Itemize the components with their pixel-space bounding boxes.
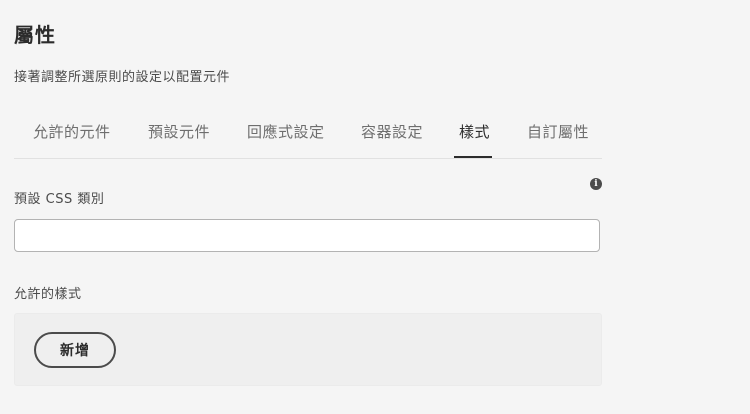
tab-custom-properties[interactable]: 自訂屬性 <box>527 121 589 142</box>
allowed-styles-label: 允許的樣式 <box>14 287 82 302</box>
tab-container-settings[interactable]: 容器設定 <box>361 121 423 142</box>
page-title: 屬性 <box>14 23 56 47</box>
allowed-styles-panel: 新增 <box>14 313 602 386</box>
css-class-label: 預設 CSS 類別 <box>14 192 105 207</box>
selected-tab-indicator <box>454 156 492 158</box>
tab-default-components[interactable]: 預設元件 <box>148 121 210 142</box>
tab-bar: 允許的元件 預設元件 回應式設定 容器設定 樣式 自訂屬性 <box>14 113 602 159</box>
add-style-button[interactable]: 新增 <box>34 332 116 368</box>
css-class-input[interactable] <box>14 219 600 252</box>
tab-styles[interactable]: 樣式 <box>459 121 490 142</box>
page-subtitle: 接著調整所選原則的設定以配置元件 <box>14 70 231 85</box>
info-icon[interactable]: i <box>590 178 602 190</box>
tab-responsive-settings[interactable]: 回應式設定 <box>247 121 325 142</box>
tab-allowed-components[interactable]: 允許的元件 <box>33 121 111 142</box>
